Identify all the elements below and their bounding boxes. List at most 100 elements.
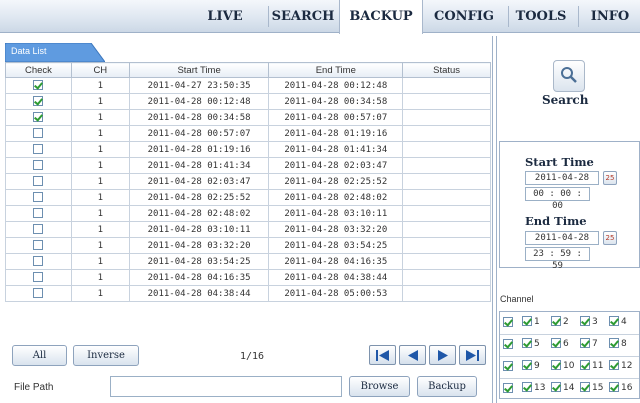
channel-checkbox[interactable] [551, 338, 561, 348]
channel-checkbox[interactable] [551, 316, 561, 326]
channel-option[interactable]: 14 [551, 382, 574, 393]
channel-checkbox[interactable] [609, 382, 619, 392]
channel-option[interactable]: 13 [522, 382, 545, 393]
channel-checkbox[interactable] [551, 382, 561, 392]
channel-option[interactable]: 6 [551, 338, 569, 349]
table-row[interactable]: 1 2011-04-28 02:25:52 2011-04-28 02:48:02 [5, 189, 491, 206]
row-checkbox[interactable] [33, 80, 44, 91]
browse-button[interactable]: Browse [349, 376, 410, 397]
table-row[interactable]: 1 2011-04-28 03:10:11 2011-04-28 03:32:20 [5, 221, 491, 238]
first-page-button[interactable] [369, 345, 396, 365]
channel-checkbox[interactable] [522, 382, 532, 392]
table-row[interactable]: 1 2011-04-28 02:03:47 2011-04-28 02:25:52 [5, 173, 491, 190]
row-checkbox-cell[interactable] [5, 205, 72, 222]
channel-option[interactable]: 16 [609, 382, 632, 393]
channel-option[interactable]: 3 [580, 316, 598, 327]
row-checkbox[interactable] [33, 144, 44, 155]
backup-button[interactable]: Backup [417, 376, 477, 397]
row-checkbox-cell[interactable] [5, 285, 72, 302]
row-checkbox[interactable] [33, 256, 44, 267]
channel-option[interactable]: 4 [609, 316, 627, 327]
channel-option[interactable]: 7 [580, 338, 598, 349]
tab-backup[interactable]: BACKUP [339, 0, 423, 34]
row-checkbox[interactable] [33, 240, 44, 251]
row-checkbox[interactable] [33, 272, 44, 283]
tab-search[interactable]: SEARCH [270, 0, 336, 33]
row-checkbox-cell[interactable] [5, 269, 72, 286]
row-checkbox-cell[interactable] [5, 237, 72, 254]
table-row[interactable]: 1 2011-04-27 23:50:35 2011-04-28 00:12:48 [5, 77, 491, 94]
row-checkbox[interactable] [33, 176, 44, 187]
channel-checkbox[interactable] [522, 338, 532, 348]
channel-checkbox[interactable] [609, 360, 619, 370]
tab-tools[interactable]: TOOLS [510, 0, 572, 33]
end-time-field[interactable]: 23 : 59 : 59 [525, 247, 590, 271]
channel-option[interactable]: 1 [522, 316, 540, 327]
table-row[interactable]: 1 2011-04-28 02:48:02 2011-04-28 03:10:11 [5, 205, 491, 222]
start-calendar-button[interactable]: 25 [603, 171, 617, 185]
table-row[interactable]: 1 2011-04-28 03:32:20 2011-04-28 03:54:25 [5, 237, 491, 254]
row-checkbox[interactable] [33, 112, 44, 123]
channel-option[interactable]: 12 [609, 360, 632, 371]
channel-row-checkbox[interactable] [503, 383, 513, 393]
row-checkbox[interactable] [33, 160, 44, 171]
channel-checkbox[interactable] [551, 360, 561, 370]
row-checkbox-cell[interactable] [5, 189, 72, 206]
search-button[interactable] [553, 60, 585, 92]
channel-option[interactable]: 10 [551, 360, 574, 371]
table-row[interactable]: 1 2011-04-28 04:38:44 2011-04-28 05:00:53 [5, 285, 491, 302]
channel-option[interactable]: 15 [580, 382, 603, 393]
next-page-button[interactable] [429, 345, 456, 365]
channel-option[interactable]: 5 [522, 338, 540, 349]
start-date-field[interactable]: 2011-04-28 [525, 171, 599, 185]
channel-option[interactable]: 8 [609, 338, 627, 349]
channel-checkbox[interactable] [580, 382, 590, 392]
channel-checkbox[interactable] [609, 316, 619, 326]
table-row[interactable]: 1 2011-04-28 03:54:25 2011-04-28 04:16:35 [5, 253, 491, 270]
previous-page-button[interactable] [399, 345, 426, 365]
data-list-tab[interactable]: Data List [5, 43, 105, 62]
inverse-selection-button[interactable]: Inverse [73, 345, 139, 366]
table-row[interactable]: 1 2011-04-28 04:16:35 2011-04-28 04:38:44 [5, 269, 491, 286]
end-date-field[interactable]: 2011-04-28 [525, 231, 599, 245]
row-checkbox-cell[interactable] [5, 221, 72, 238]
table-row[interactable]: 1 2011-04-28 00:34:58 2011-04-28 00:57:07 [5, 109, 491, 126]
channel-checkbox[interactable] [580, 338, 590, 348]
row-checkbox[interactable] [33, 208, 44, 219]
start-time-field[interactable]: 00 : 00 : 00 [525, 187, 590, 211]
row-checkbox-cell[interactable] [5, 157, 72, 174]
channel-checkbox[interactable] [580, 360, 590, 370]
channel-option[interactable]: 9 [522, 360, 540, 371]
channel-option[interactable]: 11 [580, 360, 603, 371]
row-checkbox[interactable] [33, 192, 44, 203]
end-calendar-button[interactable]: 25 [603, 231, 617, 245]
channel-row-checkbox[interactable] [503, 361, 513, 371]
tab-info[interactable]: INFO [580, 0, 640, 33]
row-checkbox-cell[interactable] [5, 93, 72, 110]
select-all-button[interactable]: All [12, 345, 67, 366]
row-checkbox-cell[interactable] [5, 77, 72, 94]
table-row[interactable]: 1 2011-04-28 00:12:48 2011-04-28 00:34:58 [5, 93, 491, 110]
row-checkbox-cell[interactable] [5, 125, 72, 142]
table-row[interactable]: 1 2011-04-28 01:41:34 2011-04-28 02:03:47 [5, 157, 491, 174]
channel-checkbox[interactable] [580, 316, 590, 326]
channel-row-checkbox[interactable] [503, 339, 513, 349]
row-checkbox-cell[interactable] [5, 141, 72, 158]
channel-option[interactable]: 2 [551, 316, 569, 327]
channel-checkbox[interactable] [522, 360, 532, 370]
row-checkbox[interactable] [33, 128, 44, 139]
last-page-button[interactable] [459, 345, 486, 365]
channel-row-checkbox[interactable] [503, 317, 513, 327]
row-checkbox-cell[interactable] [5, 109, 72, 126]
row-checkbox[interactable] [33, 96, 44, 107]
table-row[interactable]: 1 2011-04-28 01:19:16 2011-04-28 01:41:34 [5, 141, 491, 158]
channel-checkbox[interactable] [522, 316, 532, 326]
table-row[interactable]: 1 2011-04-28 00:57:07 2011-04-28 01:19:16 [5, 125, 491, 142]
tab-config[interactable]: CONFIG [424, 0, 504, 33]
channel-checkbox[interactable] [609, 338, 619, 348]
tab-live[interactable]: LIVE [190, 0, 260, 33]
row-checkbox-cell[interactable] [5, 253, 72, 270]
file-path-input[interactable] [110, 376, 342, 397]
row-checkbox[interactable] [33, 224, 44, 235]
row-checkbox-cell[interactable] [5, 173, 72, 190]
